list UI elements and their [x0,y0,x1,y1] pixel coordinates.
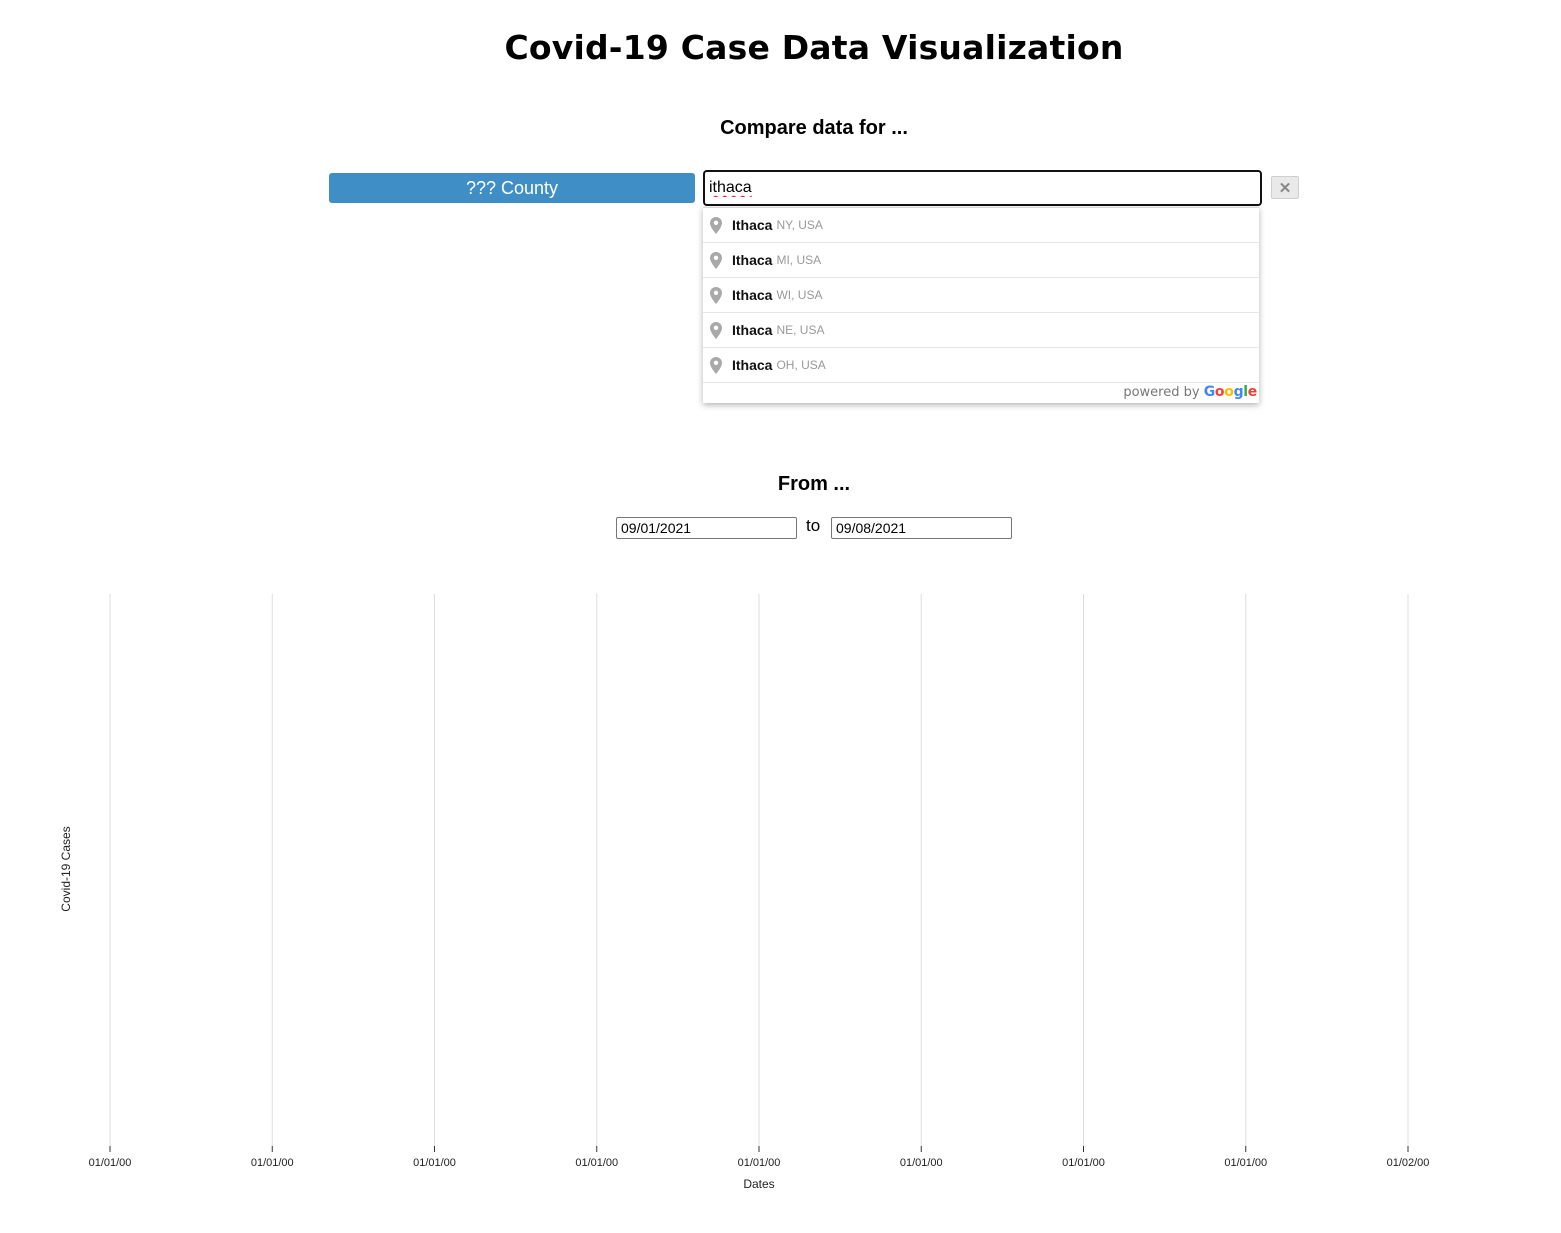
suggestion-item[interactable]: Ithaca MI, USA [703,243,1259,278]
cases-chart: 01/01/00 01/01/00 01/01/00 01/01/00 01/01/00… [59,594,1430,1191]
map-pin-icon [710,216,724,234]
x-tick-label: 01/02/00 [1387,1157,1430,1169]
powered-by-google: powered by Google [1123,384,1257,400]
suggestion-item[interactable]: Ithaca NY, USA [703,208,1259,243]
suggestion-secondary-text: MI, USA [776,253,822,267]
y-axis-label: Covid-19 Cases [59,826,73,911]
x-tick-label: 01/01/00 [738,1157,781,1169]
x-tick-label: 01/01/00 [413,1157,456,1169]
suggestion-secondary-text: WI, USA [776,288,823,302]
powered-by-prefix: powered by [1123,385,1200,400]
start-date-input[interactable] [616,517,797,539]
map-pin-icon [710,356,724,374]
x-tick-label: 01/01/00 [251,1157,294,1169]
to-label: to [806,516,821,535]
map-pin-icon [710,251,724,269]
suggestion-item[interactable]: Ithaca OH, USA [703,348,1259,383]
suggestion-main-text: Ithaca [732,322,773,338]
google-logo: Google [1203,384,1258,400]
remove-location-button[interactable]: ✕ [1271,176,1299,199]
page-title: Covid-19 Case Data Visualization [504,28,1124,67]
x-tick-label: 01/01/00 [89,1157,132,1169]
suggestion-main-text: Ithaca [732,357,773,373]
suggestion-main-text: Ithaca [732,287,773,303]
x-tick-label: 01/01/00 [1224,1157,1267,1169]
x-tick-label: 01/01/00 [575,1157,618,1169]
autocomplete-dropdown: Ithaca NY, USA Ithaca MI, USA Ithaca WI, USA I… [703,207,1259,403]
suggestion-secondary-text: OH, USA [776,358,826,372]
suggestion-main-text: Ithaca [732,252,773,268]
county-chip[interactable]: ??? County [329,173,695,203]
from-heading: From ... [777,473,851,495]
suggestion-secondary-text: NY, USA [776,218,823,232]
map-pin-icon [710,286,724,304]
x-axis-label: Dates [743,1177,774,1191]
suggestion-item[interactable]: Ithaca NE, USA [703,313,1259,348]
compare-heading: Compare data for ... [720,117,908,139]
end-date-input[interactable] [831,517,1012,539]
x-tick-label: 01/01/00 [1062,1157,1105,1169]
suggestion-item[interactable]: Ithaca WI, USA [703,278,1259,313]
suggestion-main-text: Ithaca [732,217,773,233]
map-pin-icon [710,321,724,339]
suggestion-list: Ithaca NY, USA Ithaca MI, USA Ithaca WI, USA I… [703,208,1259,383]
suggestion-secondary-text: NE, USA [776,323,825,337]
location-search-input[interactable] [703,170,1262,206]
x-tick-label: 01/01/00 [900,1157,943,1169]
